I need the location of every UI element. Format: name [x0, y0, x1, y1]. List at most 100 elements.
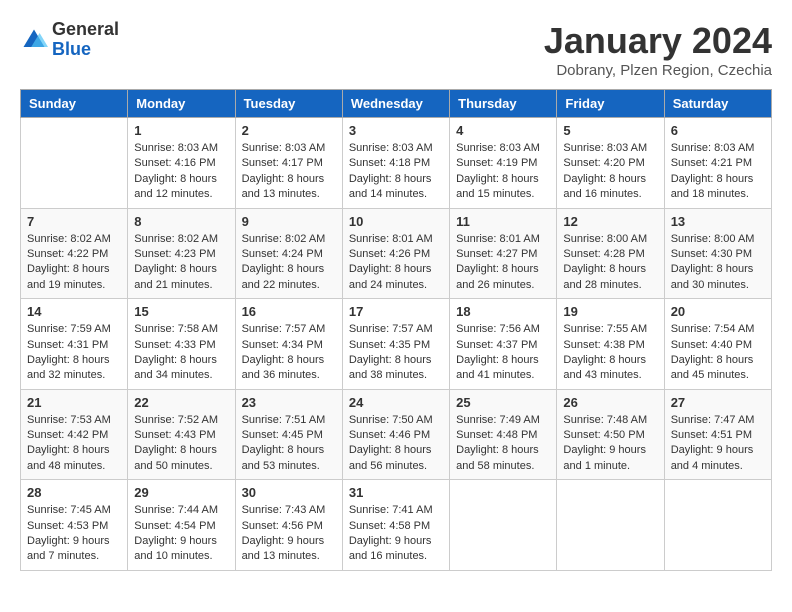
- day-info: Sunrise: 7:43 AM Sunset: 4:56 PM Dayligh…: [242, 503, 336, 565]
- location-subtitle: Dobrany, Plzen Region, Czechia: [544, 62, 772, 79]
- month-title: January 2024: [544, 20, 772, 62]
- calendar-cell: 25Sunrise: 7:49 AM Sunset: 4:48 PM Dayli…: [450, 389, 557, 480]
- day-info: Sunrise: 7:45 AM Sunset: 4:53 PM Dayligh…: [27, 503, 121, 565]
- day-number: 4: [456, 123, 550, 138]
- title-block: January 2024 Dobrany, Plzen Region, Czec…: [544, 20, 772, 79]
- day-info: Sunrise: 7:44 AM Sunset: 4:54 PM Dayligh…: [134, 503, 228, 565]
- day-number: 26: [563, 395, 657, 410]
- day-info: Sunrise: 7:56 AM Sunset: 4:37 PM Dayligh…: [456, 322, 550, 384]
- calendar-cell: 2 Sunrise: 8:03 AM Sunset: 4:17 PM Daylig…: [235, 118, 342, 209]
- day-number: 16: [242, 304, 336, 319]
- day-number: 31: [349, 485, 443, 500]
- calendar-cell: 1 Sunrise: 8:03 AM Sunset: 4:16 PM Daylig…: [128, 118, 235, 209]
- calendar-cell: 16 Sunrise: 7:57 AM Sunset: 4:34 PM Dayli…: [235, 299, 342, 390]
- day-info: Sunrise: 8:00 AM Sunset: 4:30 PM Dayligh…: [671, 232, 765, 294]
- day-number: 1: [134, 123, 228, 138]
- day-info: Sunrise: 7:47 AM Sunset: 4:51 PM Dayligh…: [671, 413, 765, 475]
- day-number: 10: [349, 214, 443, 229]
- day-info: Sunrise: 8:02 AM Sunset: 4:22 PM Dayligh…: [27, 232, 121, 294]
- day-info: Sunrise: 7:50 AM Sunset: 4:46 PM Dayligh…: [349, 413, 443, 475]
- day-info: Sunrise: 7:53 AM Sunset: 4:42 PM Dayligh…: [27, 413, 121, 475]
- day-number: 5: [563, 123, 657, 138]
- day-info: Sunrise: 7:57 AM Sunset: 4:35 PM Dayligh…: [349, 322, 443, 384]
- day-info: Sunrise: 7:48 AM Sunset: 4:50 PM Dayligh…: [563, 413, 657, 475]
- calendar-cell: 27 Sunrise: 7:47 AM Sunset: 4:51 PM Dayli…: [664, 389, 771, 480]
- weekday-header-wednesday: Wednesday: [342, 90, 449, 118]
- day-info: Sunrise: 8:01 AM Sunset: 4:27 PM Dayligh…: [456, 232, 550, 294]
- day-info: Sunrise: 8:03 AM Sunset: 4:20 PM Dayligh…: [563, 141, 657, 203]
- calendar-cell: [664, 480, 771, 571]
- calendar-cell: [557, 480, 664, 571]
- day-number: 2: [242, 123, 336, 138]
- day-number: 15: [134, 304, 228, 319]
- calendar-cell: 6Sunrise: 8:03 AM Sunset: 4:21 PM Daylig…: [664, 118, 771, 209]
- day-number: 13: [671, 214, 765, 229]
- calendar-table: SundayMondayTuesdayWednesdayThursdayFrid…: [20, 89, 772, 571]
- calendar-cell: 20 Sunrise: 7:54 AM Sunset: 4:40 PM Dayli…: [664, 299, 771, 390]
- calendar-cell: 29 Sunrise: 7:44 AM Sunset: 4:54 PM Dayli…: [128, 480, 235, 571]
- calendar-cell: 8Sunrise: 8:02 AM Sunset: 4:23 PM Daylig…: [128, 208, 235, 299]
- day-number: 29: [134, 485, 228, 500]
- day-number: 21: [27, 395, 121, 410]
- day-info: Sunrise: 8:03 AM Sunset: 4:19 PM Dayligh…: [456, 141, 550, 203]
- day-info: Sunrise: 8:00 AM Sunset: 4:28 PM Dayligh…: [563, 232, 657, 294]
- day-info: Sunrise: 7:57 AM Sunset: 4:34 PM Dayligh…: [242, 322, 336, 384]
- calendar-cell: 9Sunrise: 8:02 AM Sunset: 4:24 PM Daylig…: [235, 208, 342, 299]
- logo-blue-text: Blue: [52, 40, 119, 60]
- week-row-2: 7 Sunrise: 8:02 AM Sunset: 4:22 PM Daylig…: [21, 208, 772, 299]
- day-number: 30: [242, 485, 336, 500]
- calendar-cell: 31 Sunrise: 7:41 AM Sunset: 4:58 PM Dayli…: [342, 480, 449, 571]
- day-number: 6: [671, 123, 765, 138]
- day-number: 23: [242, 395, 336, 410]
- calendar-cell: 13 Sunrise: 8:00 AM Sunset: 4:30 PM Dayli…: [664, 208, 771, 299]
- logo-general-text: General: [52, 20, 119, 40]
- page-header: General Blue January 2024 Dobrany, Plzen…: [20, 20, 772, 79]
- weekday-header-monday: Monday: [128, 90, 235, 118]
- calendar-cell: 15 Sunrise: 7:58 AM Sunset: 4:33 PM Dayli…: [128, 299, 235, 390]
- day-number: 28: [27, 485, 121, 500]
- day-number: 20: [671, 304, 765, 319]
- day-number: 27: [671, 395, 765, 410]
- calendar-cell: 24 Sunrise: 7:50 AM Sunset: 4:46 PM Dayli…: [342, 389, 449, 480]
- logo: General Blue: [20, 20, 119, 60]
- calendar-cell: 23Sunrise: 7:51 AM Sunset: 4:45 PM Dayli…: [235, 389, 342, 480]
- day-info: Sunrise: 8:03 AM Sunset: 4:17 PM Dayligh…: [242, 141, 336, 203]
- day-info: Sunrise: 8:03 AM Sunset: 4:18 PM Dayligh…: [349, 141, 443, 203]
- day-number: 12: [563, 214, 657, 229]
- calendar-cell: 18 Sunrise: 7:56 AM Sunset: 4:37 PM Dayli…: [450, 299, 557, 390]
- calendar-cell: 28 Sunrise: 7:45 AM Sunset: 4:53 PM Dayli…: [21, 480, 128, 571]
- day-number: 19: [563, 304, 657, 319]
- day-info: Sunrise: 7:54 AM Sunset: 4:40 PM Dayligh…: [671, 322, 765, 384]
- day-info: Sunrise: 7:49 AM Sunset: 4:48 PM Dayligh…: [456, 413, 550, 475]
- day-number: 22: [134, 395, 228, 410]
- day-info: Sunrise: 8:01 AM Sunset: 4:26 PM Dayligh…: [349, 232, 443, 294]
- weekday-header-friday: Friday: [557, 90, 664, 118]
- week-row-5: 28 Sunrise: 7:45 AM Sunset: 4:53 PM Dayli…: [21, 480, 772, 571]
- day-number: 7: [27, 214, 121, 229]
- week-row-3: 14Sunrise: 7:59 AM Sunset: 4:31 PM Dayli…: [21, 299, 772, 390]
- week-row-1: 1 Sunrise: 8:03 AM Sunset: 4:16 PM Daylig…: [21, 118, 772, 209]
- calendar-cell: [450, 480, 557, 571]
- calendar-cell: 5 Sunrise: 8:03 AM Sunset: 4:20 PM Daylig…: [557, 118, 664, 209]
- day-info: Sunrise: 7:58 AM Sunset: 4:33 PM Dayligh…: [134, 322, 228, 384]
- calendar-cell: 14Sunrise: 7:59 AM Sunset: 4:31 PM Dayli…: [21, 299, 128, 390]
- calendar-cell: 21 Sunrise: 7:53 AM Sunset: 4:42 PM Dayli…: [21, 389, 128, 480]
- day-info: Sunrise: 8:03 AM Sunset: 4:16 PM Dayligh…: [134, 141, 228, 203]
- calendar-cell: 7 Sunrise: 8:02 AM Sunset: 4:22 PM Daylig…: [21, 208, 128, 299]
- weekday-header-thursday: Thursday: [450, 90, 557, 118]
- calendar-cell: 17 Sunrise: 7:57 AM Sunset: 4:35 PM Dayli…: [342, 299, 449, 390]
- calendar-cell: 30 Sunrise: 7:43 AM Sunset: 4:56 PM Dayli…: [235, 480, 342, 571]
- day-number: 24: [349, 395, 443, 410]
- day-info: Sunrise: 8:02 AM Sunset: 4:24 PM Dayligh…: [242, 232, 336, 294]
- logo-icon: [20, 26, 48, 54]
- weekday-header-row: SundayMondayTuesdayWednesdayThursdayFrid…: [21, 90, 772, 118]
- day-number: 18: [456, 304, 550, 319]
- calendar-cell: 12 Sunrise: 8:00 AM Sunset: 4:28 PM Dayli…: [557, 208, 664, 299]
- calendar-cell: 22 Sunrise: 7:52 AM Sunset: 4:43 PM Dayli…: [128, 389, 235, 480]
- day-info: Sunrise: 7:52 AM Sunset: 4:43 PM Dayligh…: [134, 413, 228, 475]
- day-info: Sunrise: 7:41 AM Sunset: 4:58 PM Dayligh…: [349, 503, 443, 565]
- day-number: 17: [349, 304, 443, 319]
- weekday-header-sunday: Sunday: [21, 90, 128, 118]
- day-number: 3: [349, 123, 443, 138]
- day-number: 8: [134, 214, 228, 229]
